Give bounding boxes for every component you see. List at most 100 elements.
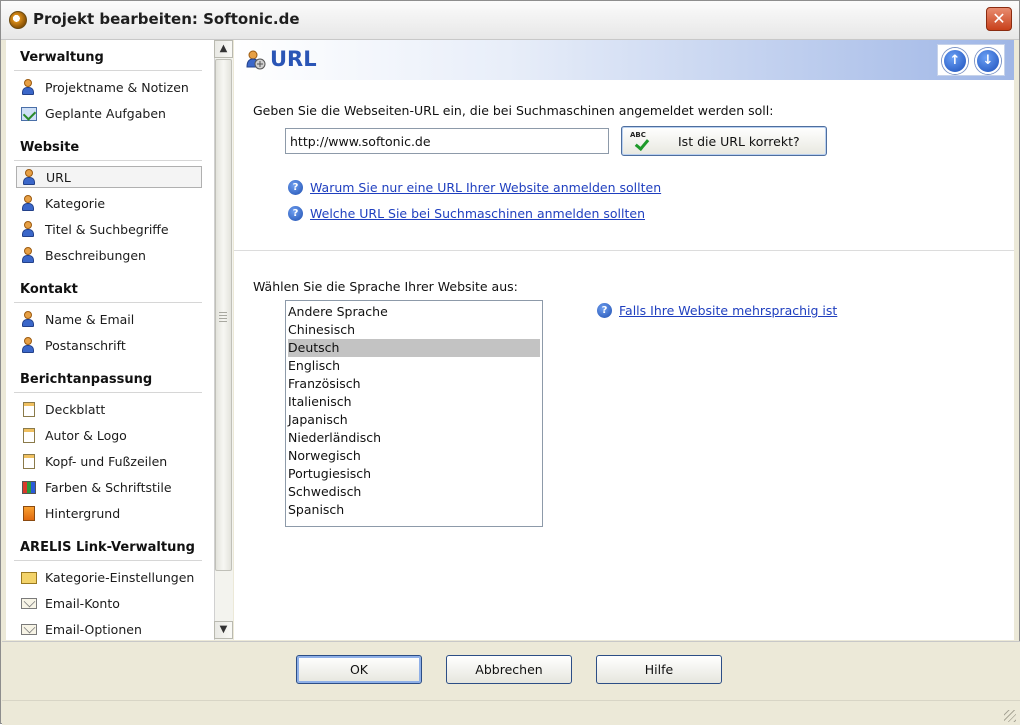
url-input[interactable] — [285, 128, 609, 154]
sidebar-section-divider — [14, 70, 202, 71]
sidebar-item[interactable]: Hintergrund — [16, 502, 202, 524]
tasks-icon — [20, 105, 38, 122]
scroll-down-button[interactable]: ▼ — [214, 621, 233, 639]
sidebar-item-label: Titel & Suchbegriffe — [45, 221, 169, 237]
user-link-icon — [21, 168, 39, 186]
language-option[interactable]: Andere Sprache — [286, 303, 542, 321]
help-icon: ? — [288, 206, 303, 221]
sidebar-item-label: Name & Email — [45, 311, 135, 327]
sidebar-section-title: Kontakt — [20, 282, 78, 297]
sidebar-item-label: Kategorie — [45, 195, 106, 211]
sidebar-item[interactable]: Email-Konto — [16, 592, 202, 614]
next-page-button[interactable]: ↓ — [975, 48, 1001, 74]
sidebar-item[interactable]: Email-Optionen — [16, 618, 202, 640]
folder-icon — [20, 569, 38, 586]
previous-page-button[interactable]: ↑ — [942, 48, 968, 74]
sidebar-item-label: Kopf- und Fußzeilen — [45, 453, 168, 469]
sidebar-item-label: Autor & Logo — [45, 427, 127, 443]
sidebar-item[interactable]: Geplante Aufgaben — [16, 102, 202, 124]
user-card-icon — [20, 310, 38, 328]
section-divider — [234, 250, 1014, 251]
ok-button[interactable]: OK — [296, 655, 422, 684]
help-link-text: Welche URL Sie bei Suchmaschinen anmelde… — [310, 206, 646, 221]
spellcheck-icon: ABC — [630, 131, 652, 151]
background-icon — [20, 505, 38, 522]
sidebar-item-label: Postanschrift — [45, 337, 126, 353]
main-panel: URL ↑ ↓ Geben Sie die Webseiten-URL ein,… — [234, 40, 1014, 640]
user-link-icon — [246, 50, 266, 70]
sidebar-item[interactable]: Farben & Schriftstile — [16, 476, 202, 498]
window-title: Projekt bearbeiten: Softonic.de — [33, 10, 300, 28]
sidebar-item[interactable]: Kopf- und Fußzeilen — [16, 450, 202, 472]
sidebar-item-label: Kategorie-Einstellungen — [45, 569, 195, 585]
person-icon — [20, 78, 38, 96]
close-button[interactable]: ✕ — [986, 7, 1012, 31]
scroll-up-button[interactable]: ▲ — [214, 40, 233, 58]
help-button[interactable]: Hilfe — [596, 655, 722, 684]
language-option[interactable]: Chinesisch — [286, 321, 542, 339]
sidebar-item[interactable]: Kategorie-Einstellungen — [16, 566, 202, 588]
language-option[interactable]: Französisch — [286, 375, 542, 393]
cancel-button[interactable]: Abbrechen — [446, 655, 572, 684]
sidebar-section-divider — [14, 160, 202, 161]
user-address-icon — [20, 336, 38, 354]
sidebar-item-label: Farben & Schriftstile — [45, 479, 172, 495]
sidebar-section-title: Website — [20, 140, 80, 155]
document-icon — [20, 453, 38, 470]
user-folder-icon — [20, 194, 38, 212]
help-link-text: Falls Ihre Website mehrsprachig ist — [619, 303, 838, 318]
url-prompt: Geben Sie die Webseiten-URL ein, die bei… — [253, 103, 774, 118]
check-url-button[interactable]: ABC Ist die URL korrekt? — [621, 126, 827, 156]
language-option[interactable]: Japanisch — [286, 411, 542, 429]
sidebar-section-divider — [14, 560, 202, 561]
sidebar-item-label: Hintergrund — [45, 505, 121, 521]
sidebar-item-label: Deckblatt — [45, 401, 106, 417]
document-icon — [20, 427, 38, 444]
app-icon — [9, 11, 27, 29]
language-option[interactable]: Norwegisch — [286, 447, 542, 465]
sidebar-item[interactable]: Deckblatt — [16, 398, 202, 420]
sidebar: Verwaltung Projektname & Notizen Geplante … — [6, 40, 215, 640]
sidebar-item[interactable]: Name & Email — [16, 308, 202, 330]
language-option[interactable]: Portugiesisch — [286, 465, 542, 483]
help-icon: ? — [288, 180, 303, 195]
sidebar-item[interactable]: Postanschrift — [16, 334, 202, 356]
title-bar: Projekt bearbeiten: Softonic.de ✕ — [1, 1, 1019, 40]
help-link-multilingual[interactable]: ? Falls Ihre Website mehrsprachig ist — [597, 303, 837, 318]
help-link-text: Warum Sie nur eine URL Ihrer Website anm… — [310, 180, 662, 195]
language-prompt: Wählen Sie die Sprache Ihrer Website aus… — [253, 279, 518, 294]
sidebar-section-title: ARELIS Link-Verwaltung — [20, 540, 195, 555]
sidebar-item[interactable]: Kategorie — [16, 192, 202, 214]
sidebar-item[interactable]: Beschreibungen — [16, 244, 202, 266]
sidebar-item[interactable]: Autor & Logo — [16, 424, 202, 446]
help-icon: ? — [597, 303, 612, 318]
sidebar-item-label: Email-Optionen — [45, 621, 142, 637]
language-option[interactable]: Deutsch — [288, 339, 540, 357]
language-option[interactable]: Spanisch — [286, 501, 542, 519]
language-option[interactable]: Schwedisch — [286, 483, 542, 501]
sidebar-section-divider — [14, 392, 202, 393]
sidebar-item-label: Beschreibungen — [45, 247, 146, 263]
sidebar-item[interactable]: Projektname & Notizen — [16, 76, 202, 98]
user-doc-icon — [20, 246, 38, 264]
sidebar-item-label: Email-Konto — [45, 595, 120, 611]
sidebar-section-title: Berichtanpassung — [20, 372, 153, 387]
user-doc-icon — [20, 220, 38, 238]
sidebar-item-label: URL — [46, 169, 71, 185]
help-link-which-url[interactable]: ? Welche URL Sie bei Suchmaschinen anmel… — [288, 206, 645, 221]
envelope-icon — [20, 621, 38, 638]
sidebar-item[interactable]: Titel & Suchbegriffe — [16, 218, 202, 240]
language-option[interactable]: Italienisch — [286, 393, 542, 411]
sidebar-item-label: Geplante Aufgaben — [45, 105, 166, 121]
button-bar: OK Abbrechen Hilfe — [2, 641, 1020, 700]
resize-grip-icon[interactable] — [1004, 710, 1016, 722]
language-listbox[interactable]: Andere Sprache Chinesisch Deutsch Englisch F… — [285, 300, 543, 527]
check-url-label: Ist die URL korrekt? — [678, 133, 800, 149]
language-option[interactable]: Englisch — [286, 357, 542, 375]
page-title: URL — [270, 47, 317, 71]
dialog-window: Projekt bearbeiten: Softonic.de ✕ Verwal… — [0, 0, 1020, 725]
sidebar-item[interactable]: URL — [16, 166, 202, 188]
document-icon — [20, 401, 38, 418]
help-link-one-url[interactable]: ? Warum Sie nur eine URL Ihrer Website a… — [288, 180, 661, 195]
language-option[interactable]: Niederländisch — [286, 429, 542, 447]
